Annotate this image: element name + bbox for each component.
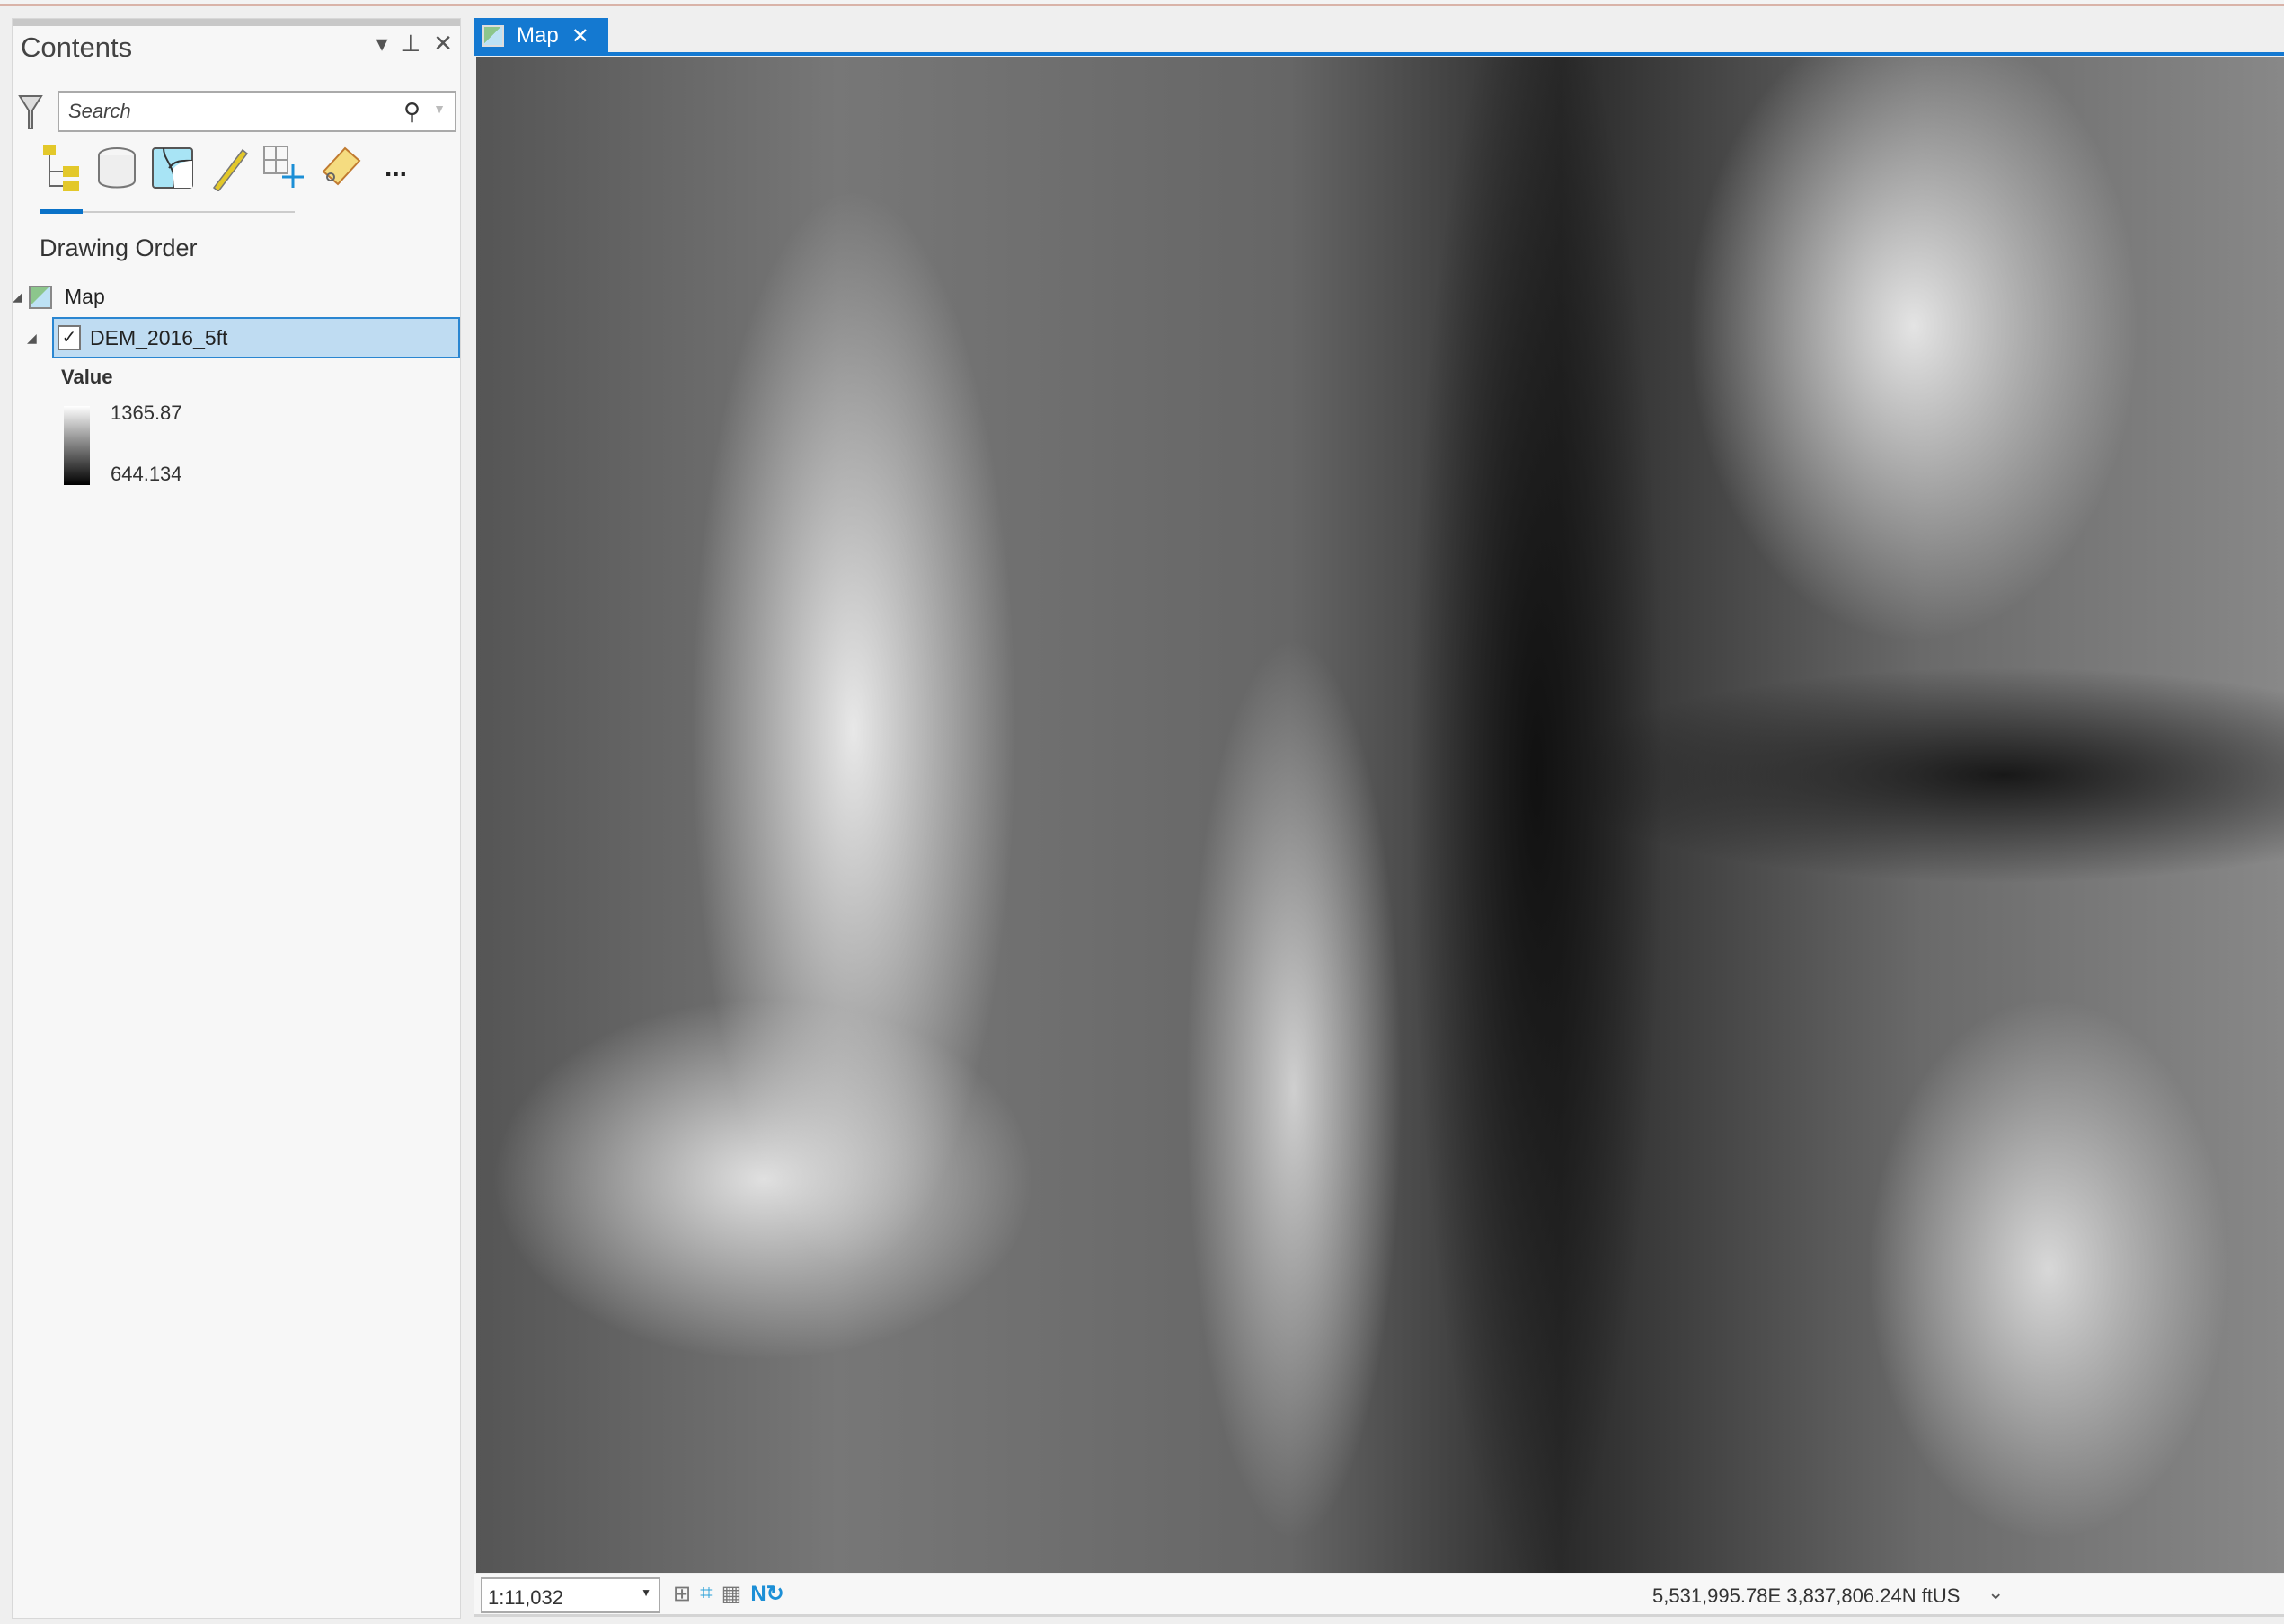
list-by-snapping-icon[interactable] bbox=[262, 145, 305, 191]
fixed-zoom-icon[interactable]: ⊞ bbox=[673, 1581, 691, 1607]
legend-title: Value bbox=[61, 366, 113, 388]
grid-icon[interactable]: ▦ bbox=[721, 1581, 742, 1607]
collapse-icon[interactable]: ◢ bbox=[13, 289, 29, 304]
search-icon[interactable]: ⚲ bbox=[403, 98, 421, 126]
section-heading: Drawing Order bbox=[40, 234, 198, 261]
north-arrow-icon[interactable]: N↻ bbox=[750, 1581, 783, 1607]
title-bar-edge bbox=[0, 0, 2284, 6]
list-by-labeling-icon[interactable] bbox=[318, 145, 361, 191]
tab-map[interactable]: Map ✕ bbox=[474, 18, 608, 54]
more-options-icon[interactable]: ... bbox=[385, 153, 407, 183]
layer-label: DEM_2016_5ft bbox=[90, 325, 228, 349]
coordinate-format-dropdown-icon[interactable]: ⌄ bbox=[1987, 1581, 2004, 1604]
tab-underline bbox=[474, 52, 2284, 56]
scale-selector[interactable]: 1:11,032 ▼ bbox=[481, 1577, 660, 1613]
close-tab-icon[interactable]: ✕ bbox=[571, 23, 589, 49]
legend-color-ramp bbox=[64, 406, 90, 485]
map-tree-item[interactable]: ◢ Map bbox=[13, 285, 105, 309]
pane-grip[interactable] bbox=[13, 19, 460, 26]
map-item-label: Map bbox=[65, 285, 105, 308]
legend-high: 1365.87 bbox=[111, 402, 182, 424]
list-by-source-icon[interactable] bbox=[95, 145, 138, 191]
legend-low: 644.134 bbox=[111, 463, 182, 485]
list-by-drawing-order-icon[interactable] bbox=[40, 145, 83, 191]
scale-value: 1:11,032 bbox=[488, 1586, 564, 1609]
pin-icon[interactable]: ⊥ bbox=[401, 30, 421, 57]
filter-icon[interactable] bbox=[18, 93, 43, 130]
list-by-selection-icon[interactable] bbox=[151, 145, 194, 191]
search-dropdown-icon[interactable]: ▼ bbox=[433, 102, 446, 116]
map-icon bbox=[482, 25, 504, 47]
layer-item-dem[interactable]: ◢ ✓ DEM_2016_5ft bbox=[27, 317, 460, 358]
contents-pane: Contents ▾ ⊥ ✕ Search ⚲ ▼ ... Drawing Or… bbox=[12, 18, 461, 1619]
view-tab-indicator bbox=[40, 209, 295, 214]
snapping-icon[interactable]: ⌗ bbox=[700, 1581, 713, 1607]
list-by-editing-icon[interactable] bbox=[207, 145, 250, 191]
map-icon bbox=[29, 285, 52, 309]
collapse-icon[interactable]: ◢ bbox=[27, 331, 43, 346]
tab-label: Map bbox=[517, 23, 559, 48]
map-view-dem-raster[interactable] bbox=[476, 57, 2284, 1573]
pane-title: Contents bbox=[21, 31, 133, 63]
close-icon[interactable]: ✕ bbox=[433, 30, 453, 57]
layer-visibility-checkbox[interactable]: ✓ bbox=[58, 325, 81, 350]
chevron-down-icon[interactable]: ▼ bbox=[641, 1586, 651, 1599]
coordinate-readout: 5,531,995.78E 3,837,806.24N ftUS bbox=[1652, 1584, 1961, 1607]
search-input[interactable]: Search ⚲ ▼ bbox=[58, 91, 456, 132]
status-bar: 1:11,032 ▼ ⊞ ⌗ ▦ N↻ 5,531,995.78E 3,837,8… bbox=[474, 1574, 2284, 1617]
pane-options-icon[interactable]: ▾ bbox=[376, 30, 387, 57]
search-placeholder: Search bbox=[68, 100, 131, 122]
